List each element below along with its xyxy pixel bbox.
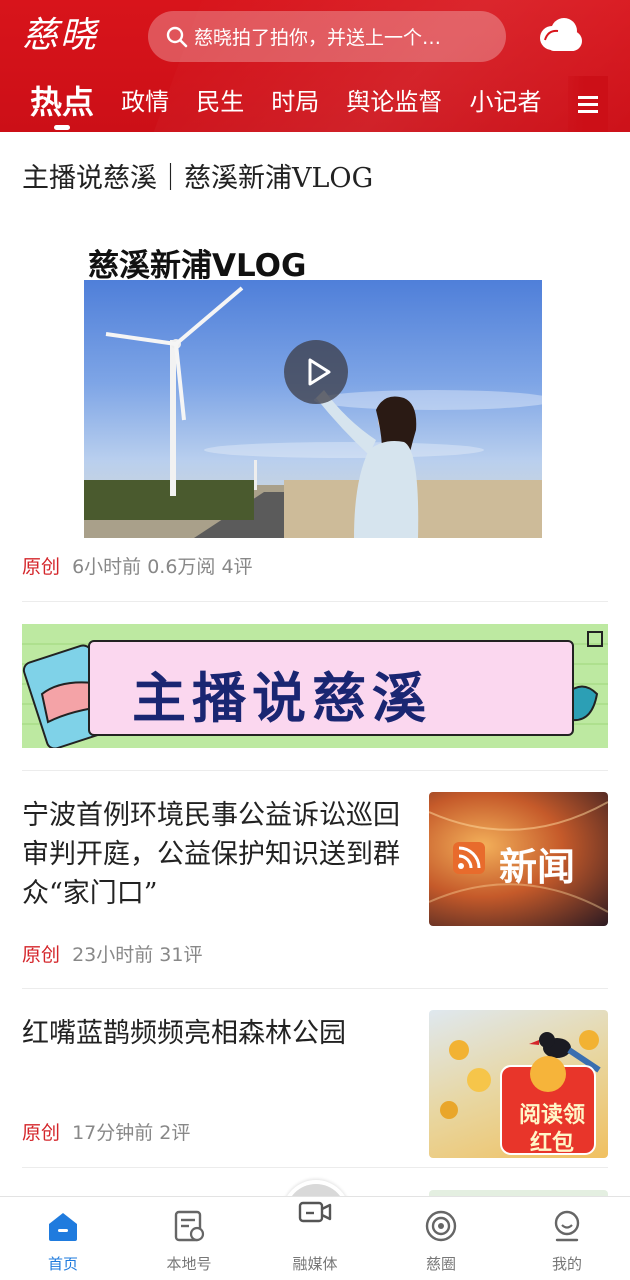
tab-media[interactable]: 融媒体	[265, 1197, 365, 1280]
promo-banner[interactable]: 主播说慈溪	[22, 624, 608, 748]
article-meta: 原创 17分钟前 2评	[22, 1118, 190, 1145]
tab-label: 融媒体	[292, 1255, 338, 1273]
tab-public-opinion[interactable]: 舆论监督	[346, 76, 442, 128]
divider	[22, 1167, 608, 1168]
article-title[interactable]: 宁波首例环境民事公益诉讼巡回审判开庭，公益保护知识送到群众“家门口”	[22, 796, 414, 913]
tab-current-affairs[interactable]: 时局	[271, 76, 319, 128]
bottom-tab-bar: 首页 本地号 融媒体 慈圈 我的	[0, 1196, 630, 1280]
publish-time: 6小时前	[72, 556, 142, 578]
divider	[22, 988, 608, 989]
circle-icon	[425, 1210, 457, 1242]
comment-count: 2评	[159, 1122, 191, 1144]
app-header: 慈晓 慈晓拍了拍你，并送上一个… 热点 政情 民生 时局 舆论监督 小记者	[0, 0, 630, 132]
banner-text: 主播说慈溪	[132, 667, 432, 730]
menu-icon[interactable]	[568, 76, 608, 132]
tab-circle[interactable]: 慈圈	[391, 1197, 491, 1280]
tab-label: 首页	[47, 1255, 78, 1273]
tab-label: 我的	[551, 1255, 582, 1273]
video-meta: 原创 6小时前 0.6万阅 4评	[22, 552, 253, 579]
publish-time: 23小时前	[72, 944, 154, 966]
divider	[22, 601, 608, 602]
comment-count: 31评	[159, 944, 203, 966]
original-tag: 原创	[22, 944, 61, 966]
divider	[22, 770, 608, 771]
video-camera-icon	[298, 1201, 332, 1223]
article-meta: 原创 23小时前 31评	[22, 940, 202, 967]
channel-nav: 热点 政情 民生 时局 舆论监督 小记者	[0, 76, 630, 132]
tab-hot[interactable]: 热点	[30, 76, 94, 130]
publish-time: 17分钟前	[72, 1122, 154, 1144]
video-thumbnail[interactable]	[84, 280, 542, 538]
tab-label: 慈圈	[425, 1255, 456, 1273]
tab-livelihood[interactable]: 民生	[196, 76, 244, 128]
original-tag: 原创	[22, 1122, 61, 1144]
thumb-text: 新闻	[499, 845, 576, 889]
original-tag: 原创	[22, 556, 61, 578]
article-thumbnail[interactable]: 新闻	[429, 792, 608, 926]
tab-young-reporter[interactable]: 小记者	[469, 76, 541, 128]
section-title[interactable]: 主播说慈溪｜慈溪新浦VLOG	[22, 156, 373, 195]
tab-local-account[interactable]: 本地号	[139, 1197, 239, 1280]
local-account-icon	[174, 1210, 205, 1242]
app-logo[interactable]: 慈晓	[22, 14, 118, 58]
play-button[interactable]	[284, 340, 348, 404]
channel-tabs: 热点 政情 民生 时局 舆论监督 小记者	[30, 76, 560, 132]
tab-label: 本地号	[166, 1255, 212, 1273]
article-title[interactable]: 红嘴蓝鹊频频亮相森林公园	[22, 1014, 414, 1053]
search-icon	[166, 26, 188, 48]
video-scene	[84, 286, 542, 538]
tab-politics[interactable]: 政情	[121, 76, 169, 128]
video-card[interactable]: 慈溪新浦VLOG	[84, 234, 542, 538]
cloud-icon[interactable]	[536, 16, 584, 56]
read-count: 0.6万阅	[147, 556, 216, 578]
tab-profile[interactable]: 我的	[517, 1197, 617, 1280]
profile-icon	[554, 1210, 580, 1242]
video-title: 慈溪新浦VLOG	[88, 248, 307, 284]
play-icon	[308, 358, 331, 386]
search-bar[interactable]: 慈晓拍了拍你，并送上一个…	[148, 11, 506, 62]
article-thumbnail[interactable]: 阅读领红包	[429, 1010, 608, 1158]
tab-home[interactable]: 首页	[13, 1197, 113, 1280]
comment-count: 4评	[221, 556, 253, 578]
thumb-text: 阅读领红包	[518, 1103, 585, 1156]
home-icon	[49, 1213, 77, 1241]
search-placeholder: 慈晓拍了拍你，并送上一个…	[194, 27, 442, 49]
